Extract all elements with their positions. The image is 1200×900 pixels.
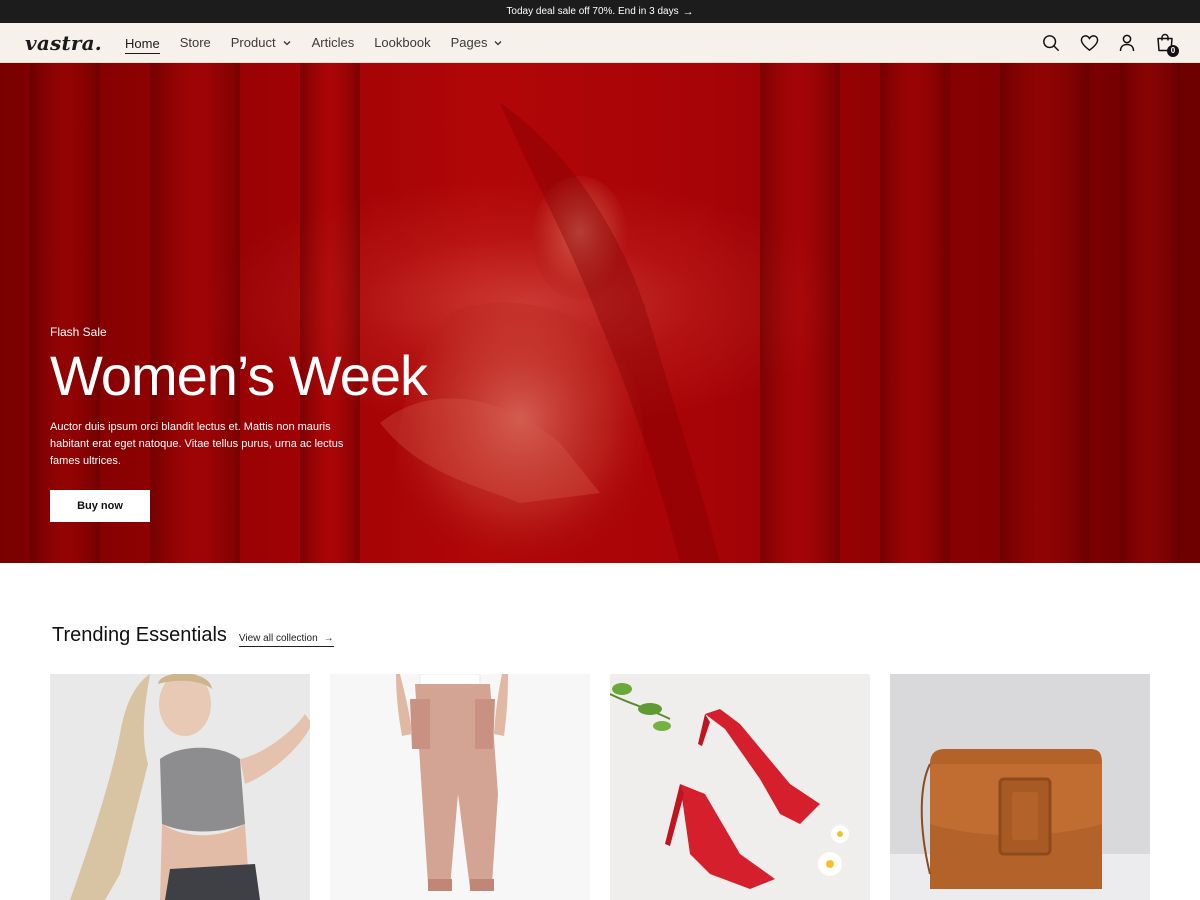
- announcement-text: Today deal sale off 70%. End in 3 days: [506, 6, 679, 17]
- nav-store[interactable]: Store: [180, 31, 211, 54]
- announcement-bar[interactable]: Today deal sale off 70%. End in 3 days →: [0, 0, 1200, 23]
- nav-articles[interactable]: Articles: [312, 31, 355, 54]
- chevron-down-icon: [283, 40, 291, 45]
- trending-header: Trending Essentials View all collection …: [52, 624, 334, 647]
- header-actions: 0: [1041, 33, 1179, 57]
- section-title: Trending Essentials: [52, 624, 227, 646]
- view-all-label: View all collection: [238, 633, 318, 644]
- hero-description: Auctor duis ipsum orci blandit lectus et…: [50, 420, 344, 467]
- product-card[interactable]: [50, 674, 310, 900]
- product-card[interactable]: [610, 674, 870, 900]
- cart-icon[interactable]: 0: [1155, 33, 1179, 57]
- product-grid: [50, 674, 1150, 900]
- view-all-collection-link[interactable]: View all collection →: [238, 633, 334, 647]
- hero-banner: Flash Sale Women’s Week Auctor duis ipsu…: [0, 63, 1200, 563]
- hero-eyebrow: Flash Sale: [50, 325, 107, 339]
- nav-label: Home: [125, 35, 160, 51]
- nav-pages[interactable]: Pages: [451, 31, 504, 54]
- nav-label: Articles: [311, 35, 355, 50]
- arrow-right-icon: →: [323, 633, 334, 644]
- logo[interactable]: vastra.: [25, 31, 125, 55]
- main-nav: Home Store Product Articles Lookbook Pag…: [125, 31, 523, 54]
- cart-count-badge: 0: [1167, 44, 1179, 57]
- nav-product[interactable]: Product: [231, 31, 292, 54]
- user-icon[interactable]: [1117, 33, 1137, 53]
- nav-lookbook[interactable]: Lookbook: [374, 31, 430, 54]
- product-card[interactable]: [330, 674, 590, 900]
- product-card[interactable]: [890, 674, 1150, 900]
- heart-icon[interactable]: [1079, 33, 1099, 53]
- buy-now-button[interactable]: Buy now: [50, 489, 150, 522]
- hero-content: Flash Sale Women’s Week Auctor duis ipsu…: [50, 325, 428, 522]
- chevron-down-icon: [495, 40, 502, 45]
- nav-label: Lookbook: [374, 35, 431, 50]
- hero-title: Women’s Week: [50, 344, 428, 407]
- product-image-red-heels: [610, 674, 870, 900]
- product-image-brown-leather-bag: [890, 674, 1150, 900]
- search-icon[interactable]: [1041, 33, 1061, 53]
- site-header: vastra. Home Store Product Articles Look…: [0, 23, 1200, 63]
- product-image-woman-grey-crop-top: [50, 674, 310, 900]
- nav-label: Pages: [450, 35, 488, 50]
- nav-home[interactable]: Home: [125, 32, 160, 54]
- nav-label: Store: [179, 35, 211, 50]
- product-image-pink-jogger-pants: [330, 674, 590, 900]
- arrow-right-icon: →: [682, 5, 694, 18]
- nav-label: Product: [230, 35, 276, 50]
